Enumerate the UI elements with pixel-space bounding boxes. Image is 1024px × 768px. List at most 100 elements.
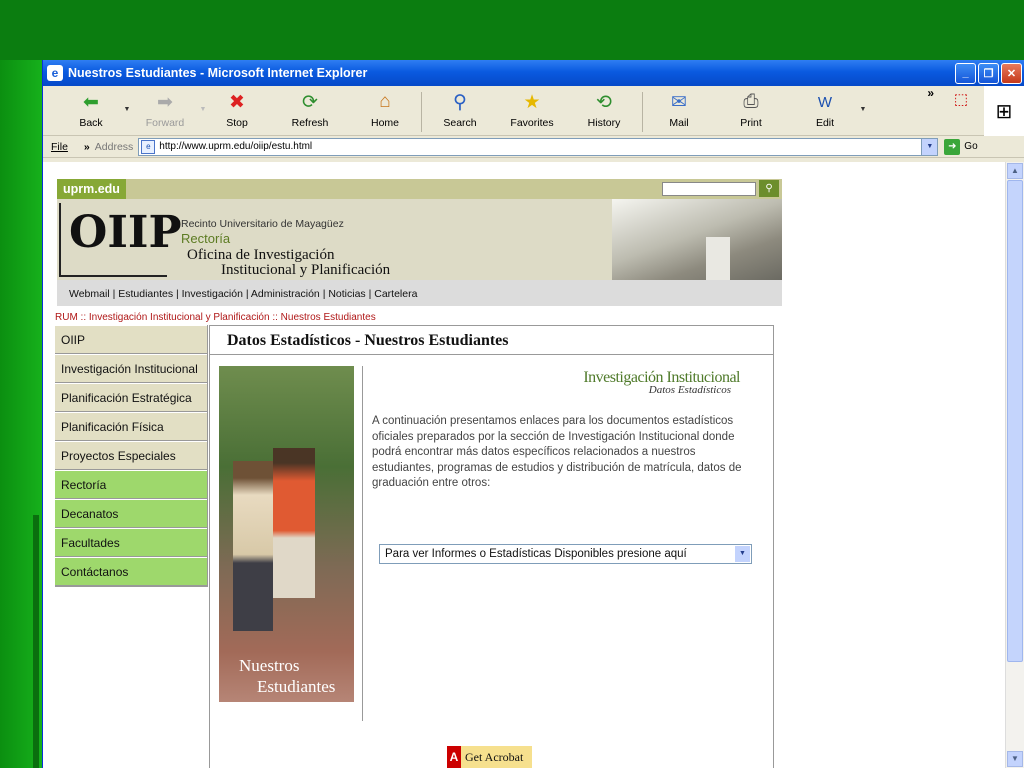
edit-dropdown[interactable]: ▼	[857, 90, 869, 113]
history-icon: ⟲	[596, 91, 612, 113]
mail-icon: ✉	[671, 91, 687, 113]
reports-select-value: Para ver Informes o Estadísticas Disponi…	[385, 548, 687, 560]
left-nav-item[interactable]: Decanatos	[55, 499, 207, 528]
window-title: Nuestros Estudiantes - Microsoft Interne…	[68, 66, 368, 80]
address-label: Address	[94, 140, 134, 153]
menu-chevron-icon[interactable]: »	[84, 141, 90, 153]
edit-button[interactable]: W Edit	[793, 90, 857, 134]
magnifier-icon[interactable]: ⚲	[759, 180, 779, 197]
back-label: Back	[79, 117, 103, 129]
mail-button[interactable]: ✉ Mail	[649, 90, 709, 134]
select-dropdown-icon[interactable]: ▼	[735, 546, 750, 562]
toolbar-chevron-icon[interactable]: »	[927, 86, 934, 100]
stop-label: Stop	[226, 117, 248, 129]
restore-button[interactable]: ❐	[978, 62, 999, 84]
reports-select[interactable]: Para ver Informes o Estadísticas Disponi…	[379, 544, 752, 564]
left-nav-item[interactable]: OIIP	[55, 325, 207, 354]
left-nav-item[interactable]: Contáctanos	[55, 557, 207, 586]
go-arrow-icon: ➜	[944, 138, 961, 155]
toolbar-separator	[642, 92, 643, 132]
student-figure	[273, 448, 315, 598]
title-bar[interactable]: e Nuestros Estudiantes - Microsoft Inter…	[43, 60, 1024, 86]
home-icon: ⌂	[379, 91, 391, 112]
ie-logo-icon: e	[47, 65, 63, 81]
star-icon: ★	[523, 91, 541, 113]
go-button[interactable]: ➜ Go	[944, 138, 978, 155]
forward-arrow-icon: ➡	[157, 91, 173, 113]
toolbar-separator	[421, 92, 422, 132]
site-header-strip: uprm.edu ⚲	[57, 179, 782, 199]
minimize-button[interactable]: _	[955, 62, 976, 84]
scroll-up-icon[interactable]: ▲	[1007, 163, 1023, 179]
home-button[interactable]: ⌂ Home	[355, 90, 415, 134]
left-nav-item[interactable]: Facultades	[55, 528, 207, 557]
search-label: Search	[443, 117, 477, 129]
refresh-button[interactable]: ⟳ Refresh	[265, 90, 355, 134]
address-bar: File » Address e http://www.uprm.edu/oii…	[43, 136, 1024, 158]
left-nav-item[interactable]: Investigación Institucional	[55, 354, 207, 383]
uprm-logo[interactable]: uprm.edu	[57, 179, 126, 199]
home-label: Home	[370, 117, 399, 129]
banner-rectoria: Rectoría	[181, 231, 231, 246]
search-icon: ⚲	[453, 91, 467, 113]
forward-dropdown[interactable]: ▼	[197, 90, 209, 113]
mail-label: Mail	[669, 117, 689, 129]
forward-label: Forward	[145, 117, 185, 129]
banner-campus: Recinto Universitario de Mayagüez	[181, 218, 344, 230]
stop-button[interactable]: ✖ Stop	[209, 90, 265, 134]
go-label: Go	[964, 141, 978, 152]
page-icon: e	[141, 139, 156, 154]
banner-office-line2: Institucional y Planificación	[221, 262, 391, 278]
intro-paragraph: A continuación presentamos enlaces para …	[372, 415, 742, 489]
address-input[interactable]: e http://www.uprm.edu/oiip/estu.html ▼	[138, 137, 939, 156]
forward-button[interactable]: ➡ Forward	[133, 90, 197, 134]
toolbar: ⬅ Back ▼ ➡ Forward ▼ ✖ Stop ⟳ Refresh ⌂ …	[43, 86, 1024, 136]
left-nav-item[interactable]: Proyectos Especiales	[55, 441, 207, 470]
section-subheading: Datos Estadísticos	[648, 384, 731, 396]
favorites-label: Favorites	[510, 117, 554, 129]
history-label: History	[587, 117, 621, 129]
print-button[interactable]: ⎙ Print	[709, 90, 793, 134]
scroll-down-icon[interactable]: ▼	[1007, 751, 1023, 767]
left-nav: OIIP Investigación Institucional Planifica…	[55, 325, 208, 587]
close-button[interactable]: ✕	[1001, 62, 1022, 84]
vertical-scrollbar[interactable]: ▲ ▼	[1005, 162, 1024, 768]
students-photo: Nuestros Estudiantes	[219, 366, 354, 702]
get-acrobat-badge[interactable]: A Get Acrobat	[447, 746, 532, 768]
left-nav-item[interactable]: Planificación Estratégica	[55, 383, 207, 412]
scroll-thumb[interactable]	[1007, 180, 1023, 662]
back-arrow-icon: ⬅	[83, 91, 99, 113]
favorites-button[interactable]: ★ Favorites	[492, 90, 572, 134]
address-url[interactable]: http://www.uprm.edu/oiip/estu.html	[159, 141, 921, 152]
site-banner: OIIP Recinto Universitario de Mayagüez R…	[57, 199, 782, 280]
acrobat-label: Get Acrobat	[465, 749, 524, 764]
print-label: Print	[740, 117, 762, 129]
photo-caption-line1: Nuestros	[239, 656, 300, 675]
building-columns-image	[612, 199, 782, 280]
history-button[interactable]: ⟲ History	[572, 90, 636, 134]
printer-icon: ⎙	[743, 91, 759, 112]
photo-caption-line2: Estudiantes	[257, 677, 336, 696]
refresh-label: Refresh	[291, 117, 329, 129]
address-dropdown-icon[interactable]: ▼	[921, 138, 938, 155]
stop-icon: ✖	[229, 91, 245, 113]
site-nav[interactable]: Webmail | Estudiantes | Investigación | …	[57, 280, 782, 306]
back-dropdown[interactable]: ▼	[121, 90, 133, 113]
divider	[362, 366, 363, 721]
desktop-stripe	[33, 515, 39, 768]
main-panel: Datos Estadísticos - Nuestros Estudiante…	[209, 325, 774, 768]
oiip-logo: OIIP	[59, 203, 182, 277]
file-menu[interactable]: File	[51, 141, 68, 153]
site-search-input[interactable]	[662, 182, 756, 196]
edit-label: Edit	[815, 117, 835, 129]
back-button[interactable]: ⬅ Back	[61, 90, 121, 134]
desktop-background	[0, 0, 1024, 60]
breadcrumb[interactable]: RUM :: Investigación Institucional y Pla…	[55, 312, 376, 323]
pdf-icon[interactable]: ⬚	[948, 90, 974, 114]
search-button[interactable]: ⚲ Search	[428, 90, 492, 134]
left-nav-item[interactable]: Rectoría	[55, 470, 207, 499]
page-title: Datos Estadísticos - Nuestros Estudiante…	[210, 325, 773, 355]
left-nav-item[interactable]: Planificación Física	[55, 412, 207, 441]
refresh-icon: ⟳	[302, 91, 318, 113]
adobe-logo-icon: A	[447, 746, 461, 768]
